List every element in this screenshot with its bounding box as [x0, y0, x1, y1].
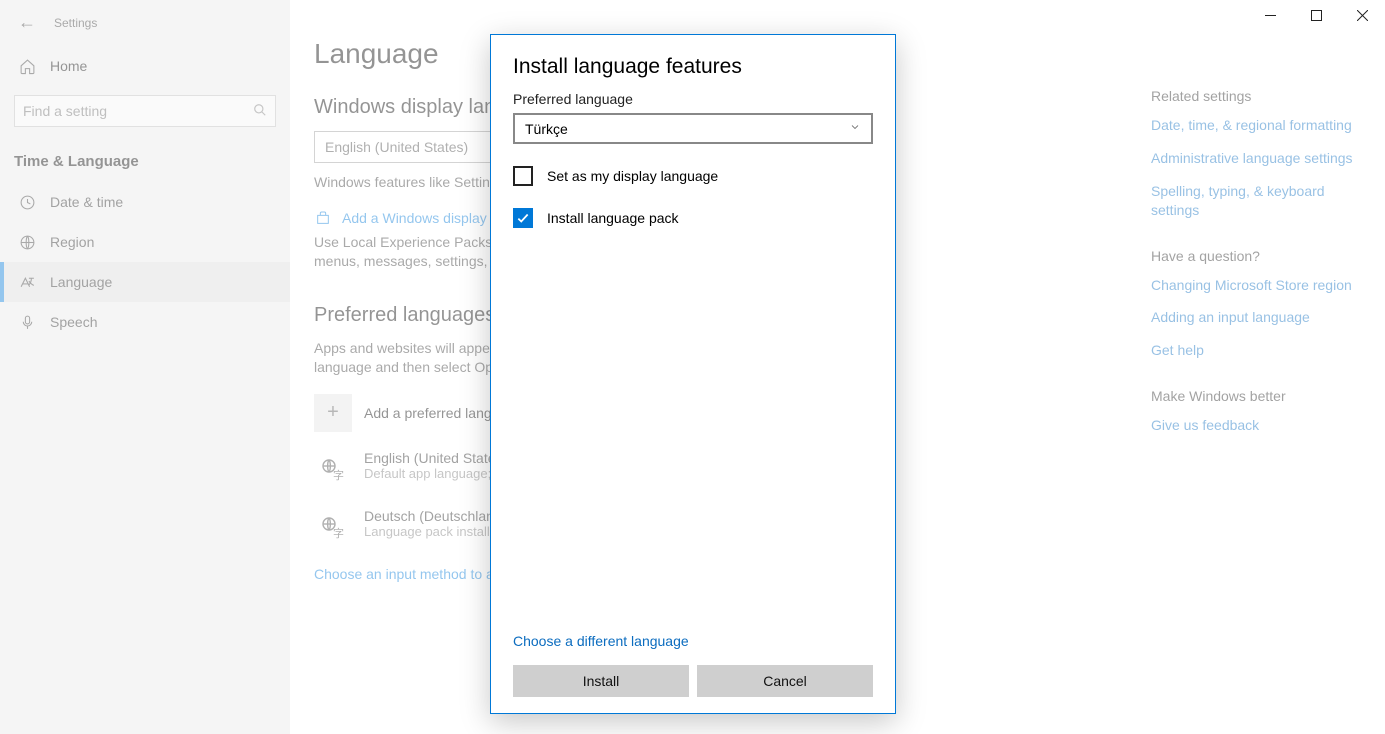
close-button[interactable] [1339, 0, 1385, 30]
clock-icon [18, 193, 36, 211]
have-question-heading: Have a question? [1151, 248, 1363, 264]
install-button[interactable]: Install [513, 665, 689, 697]
sidebar-item-language[interactable]: Language [0, 262, 290, 302]
related-setting-link[interactable]: Spelling, typing, & keyboard settings [1151, 182, 1363, 220]
language-icon: 字 [314, 508, 352, 546]
related-settings-heading: Related settings [1151, 88, 1363, 104]
language-name: Deutsch (Deutschland) [364, 508, 506, 524]
sidebar-item-speech[interactable]: Speech [0, 302, 290, 342]
preferred-language-label: Preferred language [513, 91, 873, 107]
sidebar-item-date-time[interactable]: Date & time [0, 182, 290, 222]
checkbox-unchecked-icon [513, 166, 533, 186]
preferred-language-dropdown[interactable]: Türkçe [513, 113, 873, 144]
cancel-button[interactable]: Cancel [697, 665, 873, 697]
globe-icon [18, 233, 36, 251]
store-icon [314, 209, 332, 227]
mic-icon [18, 313, 36, 331]
svg-text:字: 字 [333, 526, 344, 539]
sidebar-item-label: Speech [50, 314, 97, 330]
minimize-button[interactable] [1247, 0, 1293, 30]
feedback-link[interactable]: Give us feedback [1151, 416, 1363, 435]
install-language-dialog: Install language features Preferred lang… [490, 34, 896, 714]
help-link[interactable]: Adding an input language [1151, 308, 1363, 327]
sidebar-home-label: Home [50, 58, 87, 74]
home-icon [18, 57, 36, 75]
language-icon: 字 [314, 450, 352, 488]
lang-icon [18, 273, 36, 291]
sidebar-item-label: Date & time [50, 194, 123, 210]
sidebar-item-label: Language [50, 274, 112, 290]
set-display-language-checkbox[interactable]: Set as my display language [513, 166, 873, 186]
right-rail: Related settings Date, time, & regional … [1151, 88, 1363, 463]
help-link[interactable]: Get help [1151, 341, 1363, 360]
sidebar: ← Settings Home Find a setting Time & La… [0, 0, 290, 734]
make-better-heading: Make Windows better [1151, 388, 1363, 404]
sidebar-item-region[interactable]: Region [0, 222, 290, 262]
dialog-title: Install language features [513, 55, 873, 79]
language-sub: Language pack installed [364, 524, 506, 541]
checkbox-checked-icon [513, 208, 533, 228]
choose-different-language-link[interactable]: Choose a different language [513, 633, 873, 649]
related-setting-link[interactable]: Date, time, & regional formatting [1151, 116, 1363, 135]
sidebar-item-label: Region [50, 234, 94, 250]
plus-icon: + [314, 394, 352, 432]
install-language-pack-checkbox[interactable]: Install language pack [513, 208, 873, 228]
window-title: Settings [54, 16, 97, 30]
sidebar-section-title: Time & Language [0, 147, 290, 182]
maximize-button[interactable] [1293, 0, 1339, 30]
search-icon [253, 103, 267, 120]
related-setting-link[interactable]: Administrative language settings [1151, 149, 1363, 168]
search-input[interactable]: Find a setting [14, 95, 276, 127]
help-link[interactable]: Changing Microsoft Store region [1151, 276, 1363, 295]
back-button[interactable]: ← [18, 12, 36, 33]
search-placeholder: Find a setting [23, 103, 107, 119]
chevron-down-icon [849, 121, 861, 136]
svg-text:字: 字 [333, 468, 344, 481]
sidebar-home[interactable]: Home [0, 47, 290, 85]
